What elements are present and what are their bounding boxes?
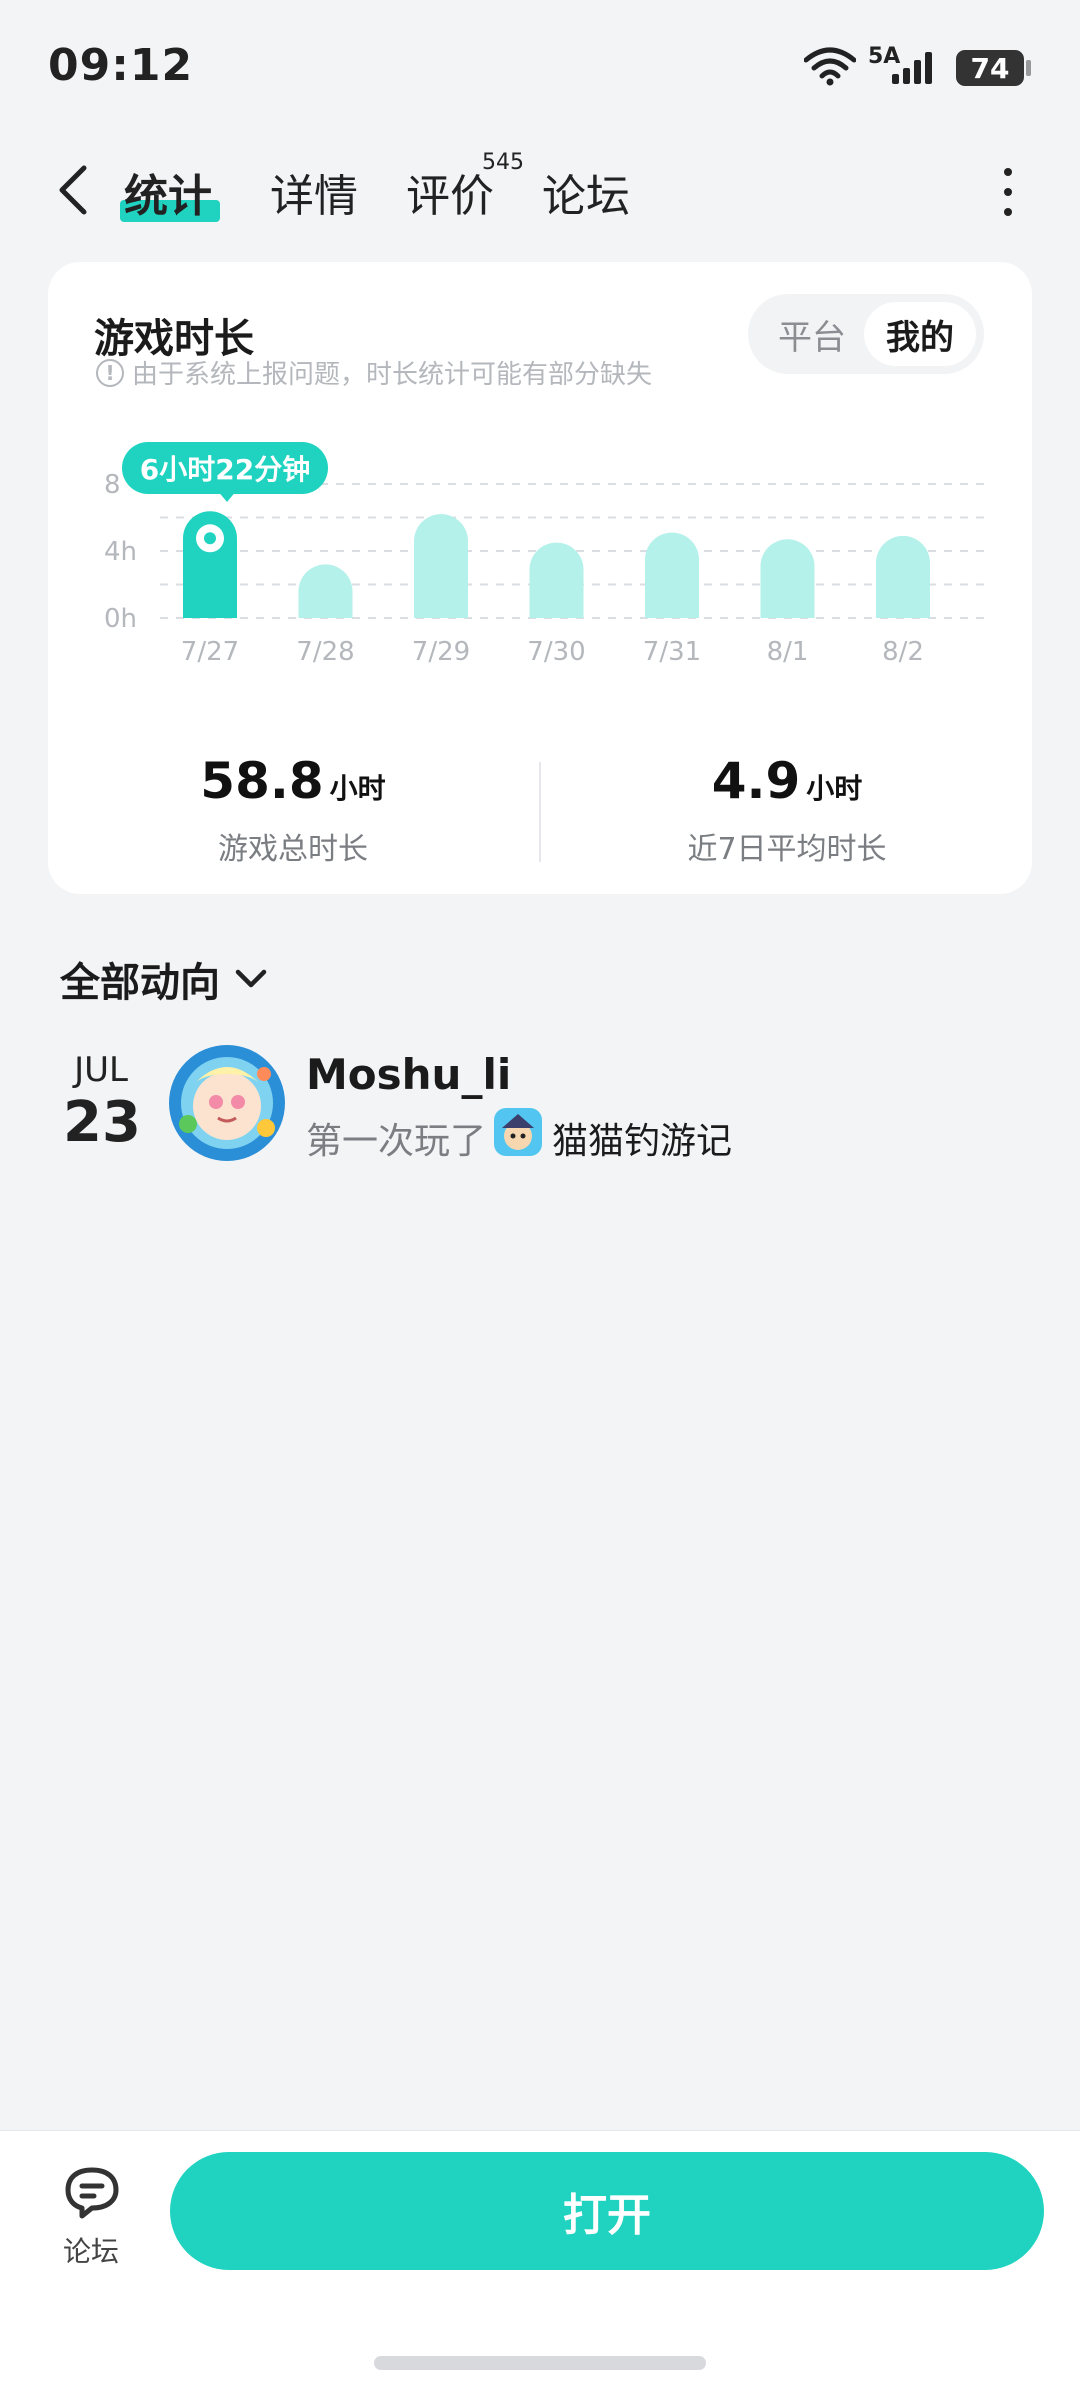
y-tick-label: 4h — [104, 537, 137, 567]
signal-icon — [892, 52, 932, 84]
tab-forum[interactable]: 论坛 — [542, 160, 630, 224]
chart-bar[interactable] — [645, 532, 699, 618]
battery-indicator: 74 — [956, 50, 1024, 86]
activity-day: 23 — [63, 1090, 141, 1155]
status-bar: 09:12 5A 74 — [0, 0, 1080, 130]
summary-total-value: 58.8 — [200, 752, 324, 810]
chevron-down-icon — [235, 969, 267, 988]
summary-average-label: 近7日平均时长 — [687, 832, 887, 867]
toggle-platform[interactable]: 平台 — [756, 302, 868, 366]
battery-tip — [1026, 60, 1031, 76]
summary-total-unit: 小时 — [329, 772, 386, 805]
summary-divider — [539, 762, 541, 862]
playtime-bar-chart: 8 4h 0h 7/27 7/28 7/29 7/30 7/31 8/1 8/2 — [104, 470, 984, 667]
game-icon[interactable] — [494, 1108, 542, 1156]
status-time: 09:12 — [48, 40, 194, 91]
activity-action: 第一次玩了 — [306, 1121, 487, 1162]
chart-bar[interactable] — [298, 564, 353, 618]
chart-bar[interactable] — [760, 539, 815, 618]
playtime-card: 游戏时长 ! 由于系统上报问题，时长统计可能有部分缺失 平台 我的 8 4h 0h 7… — [48, 262, 1032, 894]
activity-section-title[interactable]: 全部动向 — [60, 950, 268, 1008]
forum-chat-icon[interactable] — [62, 2164, 122, 2220]
more-options-icon[interactable] — [996, 168, 1020, 218]
y-tick-label: 8 — [104, 470, 121, 500]
x-tick-label: 7/30 — [527, 637, 585, 667]
wifi-icon — [804, 47, 856, 86]
app-screen: 09:12 5A 74 统计 详情 评价 545 论坛 游戏时长 ! 由于系统上… — [0, 0, 1080, 2390]
summary-total: 58.8 小时 游戏总时长 — [48, 752, 538, 868]
tab-stats[interactable]: 统计 — [124, 160, 212, 224]
x-tick-label: 7/29 — [412, 637, 470, 667]
source-toggle[interactable]: 平台 我的 — [748, 294, 984, 374]
x-tick-label: 7/31 — [643, 637, 701, 667]
x-tick-label: 8/2 — [882, 637, 924, 667]
x-tick-label: 7/28 — [296, 637, 354, 667]
chart-bar[interactable] — [529, 542, 584, 618]
forum-label[interactable]: 论坛 — [56, 2230, 126, 2270]
card-note-text: 由于系统上报问题，时长统计可能有部分缺失 — [132, 360, 653, 390]
x-tick-label: 8/1 — [767, 637, 809, 667]
reviews-count-badge: 545 — [482, 150, 524, 175]
y-tick-label: 0h — [104, 604, 137, 634]
summary-total-label: 游戏总时长 — [218, 832, 368, 867]
open-game-button[interactable]: 打开 — [170, 2152, 1044, 2270]
home-indicator[interactable] — [374, 2356, 706, 2370]
chart-bar[interactable] — [876, 535, 930, 618]
tab-details[interactable]: 详情 — [270, 160, 358, 224]
chart-selected-marker-dot — [204, 532, 216, 545]
chart-tooltip-arrow — [217, 490, 237, 502]
card-note: ! 由于系统上报问题，时长统计可能有部分缺失 — [96, 354, 652, 391]
chart-bar[interactable] — [414, 514, 468, 618]
summary-average: 4.9 小时 近7日平均时长 — [542, 752, 1032, 868]
user-avatar[interactable] — [168, 1044, 286, 1162]
summary-average-value: 4.9 — [711, 752, 801, 810]
activity-month: JUL — [74, 1050, 128, 1090]
toggle-mine[interactable]: 我的 — [864, 302, 976, 366]
activity-game-name[interactable]: 猫猫钓游记 — [552, 1112, 732, 1164]
activity-title-text: 全部动向 — [60, 960, 220, 1006]
summary-average-unit: 小时 — [806, 772, 863, 805]
tab-reviews[interactable]: 评价 — [406, 160, 494, 224]
back-arrow-icon[interactable] — [50, 160, 100, 220]
chart-tooltip: 6小时22分钟 — [122, 442, 328, 494]
info-icon: ! — [96, 358, 124, 387]
x-tick-label: 7/27 — [181, 637, 239, 667]
activity-username[interactable]: Moshu_li — [306, 1050, 511, 1099]
